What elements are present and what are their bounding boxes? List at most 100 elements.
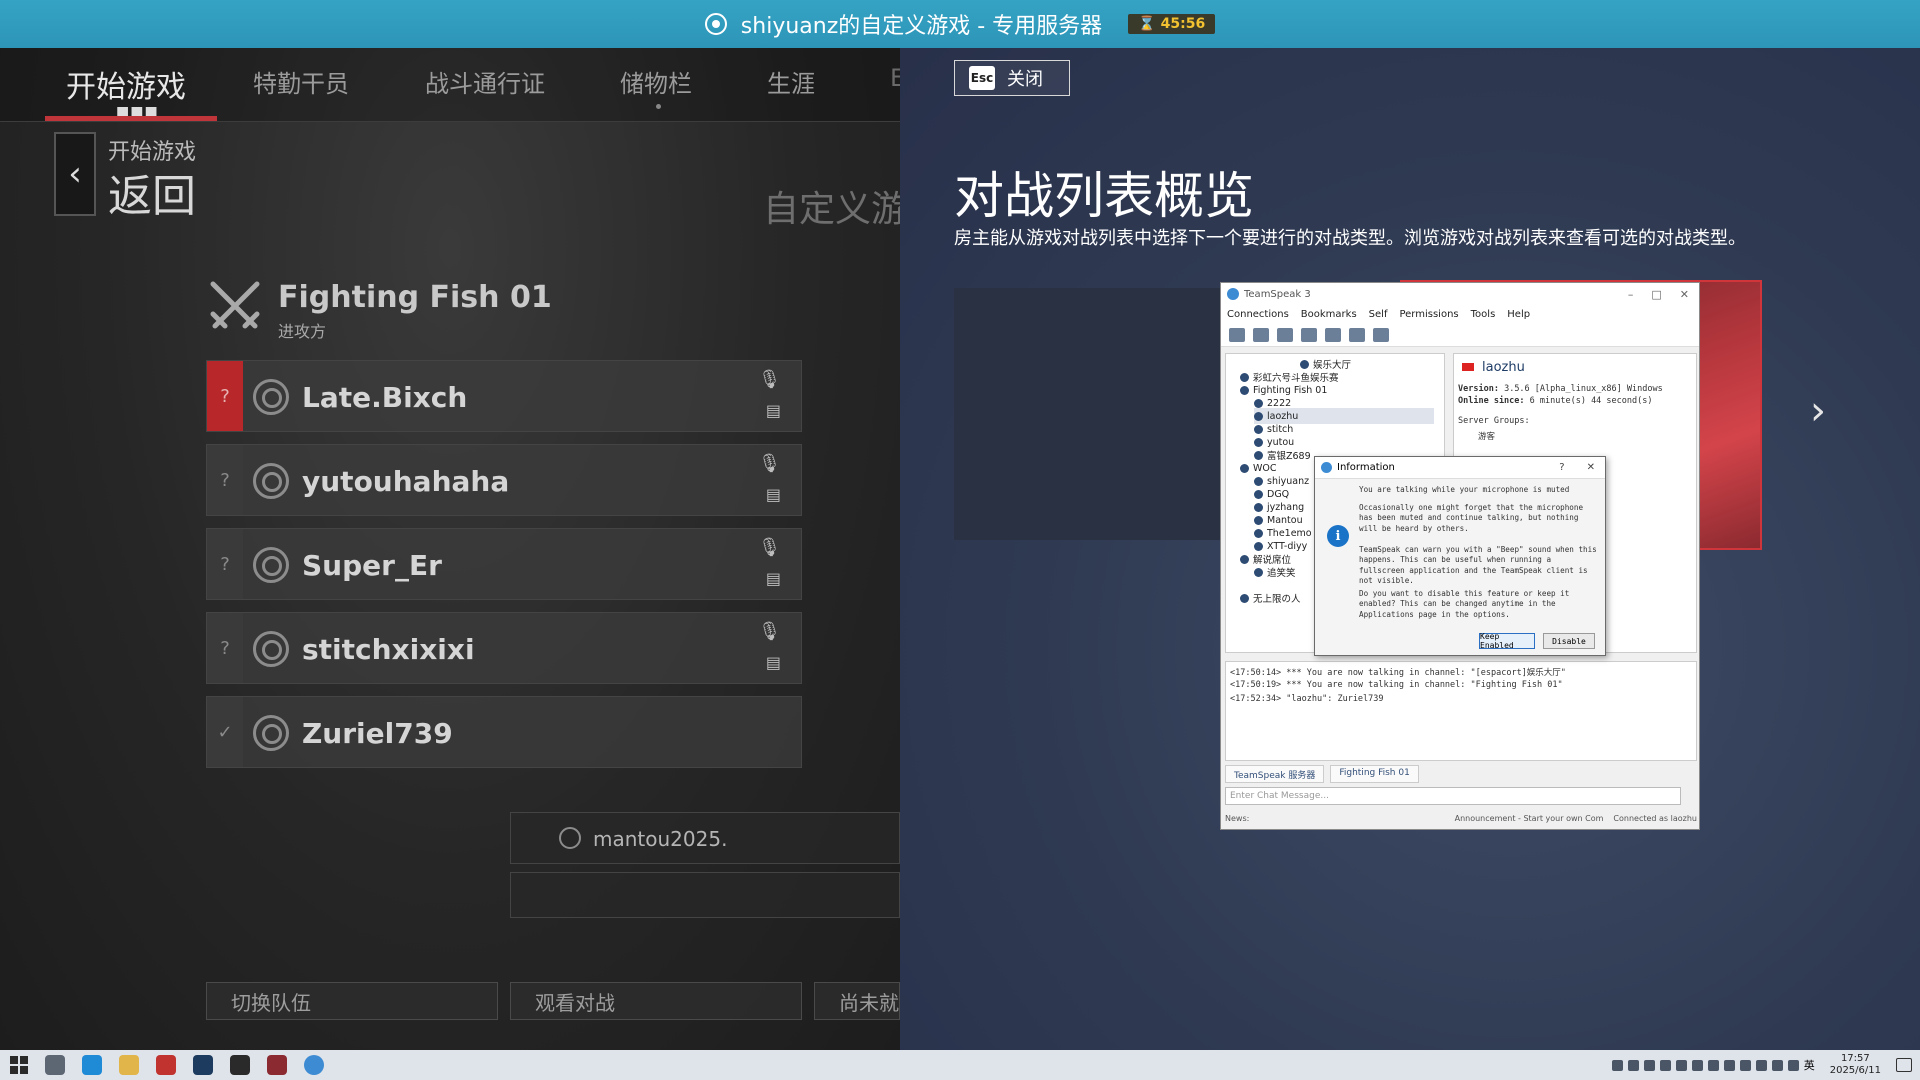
chat-line: <17:50:19> *** You are now talking in ch… <box>1230 680 1563 690</box>
clock-date: 2025/6/11 <box>1829 1065 1881 1076</box>
tray-icon[interactable] <box>1707 1059 1719 1071</box>
mute-speaker-icon[interactable] <box>1301 327 1317 342</box>
server-icon <box>704 13 727 35</box>
dialog-text: TeamSpeak can warn you with a "Beep" sou… <box>1359 545 1597 585</box>
file-explorer-icon[interactable] <box>119 1055 139 1075</box>
back-label[interactable]: 返回 <box>108 160 196 224</box>
chat-icon[interactable]: ▤ <box>766 485 781 504</box>
connection-status: Connected as laozhu <box>1613 813 1697 823</box>
empty-spectator-slot[interactable] <box>510 872 900 918</box>
client-node[interactable]: 追笑笑 <box>1254 564 1296 580</box>
menu-permissions[interactable]: Permissions <box>1399 309 1458 320</box>
tab-server-chat[interactable]: TeamSpeak 服务器 <box>1225 765 1325 783</box>
help-icon[interactable]: ? <box>1559 462 1564 473</box>
tab-more[interactable]: E <box>890 64 900 92</box>
menu-bookmarks[interactable]: Bookmarks <box>1301 309 1357 320</box>
announcement[interactable]: Announcement - Start your own Com <box>1455 814 1604 823</box>
tray-icon[interactable] <box>1659 1059 1671 1071</box>
tab-career[interactable]: 生涯 <box>767 64 815 99</box>
client-icon <box>1254 515 1263 525</box>
ime-indicator[interactable]: 英 <box>1804 1057 1815 1073</box>
close-icon[interactable]: ✕ <box>1680 288 1689 301</box>
switch-team-button[interactable]: 切换队伍 <box>206 982 498 1020</box>
spectate-button[interactable]: 观看对战 <box>510 982 802 1020</box>
close-icon[interactable]: ✕ <box>1587 462 1595 473</box>
tab-inventory[interactable]: 储物栏 <box>620 64 692 99</box>
edge-icon[interactable] <box>82 1055 102 1075</box>
connect-icon[interactable] <box>1229 327 1245 342</box>
ubisoft-icon <box>253 715 289 751</box>
tab-operators[interactable]: 特勤干员 <box>253 64 349 99</box>
tab-channel-chat[interactable]: Fighting Fish 01 <box>1330 765 1419 783</box>
windows-start-icon[interactable] <box>10 1056 28 1074</box>
minimize-icon[interactable]: – <box>1628 288 1634 301</box>
client-label: laozhu <box>1267 410 1299 422</box>
chat-icon[interactable]: ▤ <box>766 653 781 672</box>
player-row[interactable]: ? yutouhahaha 🎙 ▤ <box>206 444 802 516</box>
notification-icon[interactable] <box>1896 1058 1912 1072</box>
close-button[interactable]: Esc 关闭 <box>954 60 1070 96</box>
menu-self[interactable]: Self <box>1369 309 1388 320</box>
menu-connections[interactable]: Connections <box>1227 309 1289 320</box>
task-view-icon[interactable] <box>45 1055 65 1075</box>
spectator-slot[interactable]: mantou2025. <box>510 812 900 864</box>
menu-help[interactable]: Help <box>1507 309 1530 320</box>
dialog-title: Information <box>1337 462 1395 473</box>
tab-play[interactable]: 开始游戏 <box>66 62 186 106</box>
player-row[interactable]: ? Late.Bixch 🎙 ▤ <box>206 360 802 432</box>
clock[interactable]: 17:57 2025/6/11 <box>1830 1053 1881 1077</box>
client-label: yutou <box>1267 436 1295 448</box>
microphone-icon[interactable]: 🎙 <box>758 621 781 642</box>
disconnect-icon[interactable] <box>1253 327 1269 342</box>
chat-icon[interactable]: ▤ <box>766 401 781 420</box>
tray-icon[interactable] <box>1627 1059 1639 1071</box>
information-dialog[interactable]: Information ? ✕ i You are talking while … <box>1314 456 1606 656</box>
app-icon[interactable] <box>230 1055 250 1075</box>
mute-microphone-icon[interactable] <box>1277 327 1293 342</box>
chat-line: <17:52:34> "laozhu": Zuriel739 <box>1230 694 1384 704</box>
chevron-right-icon[interactable]: › <box>1810 388 1826 434</box>
chat-icon[interactable]: ▤ <box>766 569 781 588</box>
back-button[interactable]: ‹ <box>54 132 96 216</box>
channel-node[interactable]: 无上限の人 <box>1240 590 1301 606</box>
tray-icon[interactable] <box>1675 1059 1687 1071</box>
teamspeak-taskbar-icon[interactable] <box>304 1055 324 1075</box>
player-row[interactable]: ? stitchxixixi 🎙 ▤ <box>206 612 802 684</box>
tray-icon[interactable] <box>1739 1059 1751 1071</box>
server-groups-label: Server Groups: <box>1458 416 1530 426</box>
dialog-text: Occasionally one might forget that the m… <box>1359 503 1584 533</box>
disable-button[interactable]: Disable <box>1543 633 1595 649</box>
chat-input[interactable]: Enter Chat Message... <box>1225 787 1681 805</box>
player-row[interactable]: ✓ Zuriel739 <box>206 696 802 768</box>
away-icon[interactable] <box>1325 327 1341 342</box>
tray-icon[interactable] <box>1691 1059 1703 1071</box>
app-icon[interactable] <box>267 1055 287 1075</box>
contacts-icon[interactable] <box>1349 327 1365 342</box>
microphone-icon[interactable]: 🎙 <box>758 453 781 474</box>
menu-tools[interactable]: Tools <box>1471 309 1496 320</box>
online-row: Online since: 6 minute(s) 44 second(s) <box>1458 396 1652 406</box>
channel-icon <box>1240 593 1249 603</box>
app-icon[interactable] <box>156 1055 176 1075</box>
keep-enabled-button[interactable]: Keep Enabled <box>1479 632 1535 650</box>
tray-icon[interactable] <box>1643 1059 1655 1071</box>
steam-icon[interactable] <box>193 1055 213 1075</box>
volume-icon[interactable] <box>1787 1059 1799 1071</box>
country-flag-icon <box>1462 363 1474 371</box>
main-nav: 开始游戏 ■■■ 特勤干员 战斗通行证 储物栏 生涯 E <box>0 48 900 122</box>
whisper-icon[interactable] <box>1373 327 1389 342</box>
ready-button[interactable]: 尚未就 <box>814 982 900 1020</box>
team-name: Fighting Fish 01 <box>278 280 552 315</box>
network-icon[interactable] <box>1771 1059 1783 1071</box>
tray-icon[interactable] <box>1723 1059 1735 1071</box>
maximize-icon[interactable]: □ <box>1651 288 1661 301</box>
tray-icon[interactable] <box>1755 1059 1767 1071</box>
client-icon <box>1254 541 1263 551</box>
microphone-icon[interactable]: 🎙 <box>758 537 781 558</box>
microphone-icon[interactable]: 🎙 <box>758 369 781 390</box>
tab-battle-pass[interactable]: 战斗通行证 <box>425 64 545 99</box>
client-icon <box>1254 528 1263 538</box>
tray-icon[interactable] <box>1611 1059 1623 1071</box>
player-row[interactable]: ? Super_Er 🎙 ▤ <box>206 528 802 600</box>
team-role: 进攻方 <box>278 322 327 341</box>
